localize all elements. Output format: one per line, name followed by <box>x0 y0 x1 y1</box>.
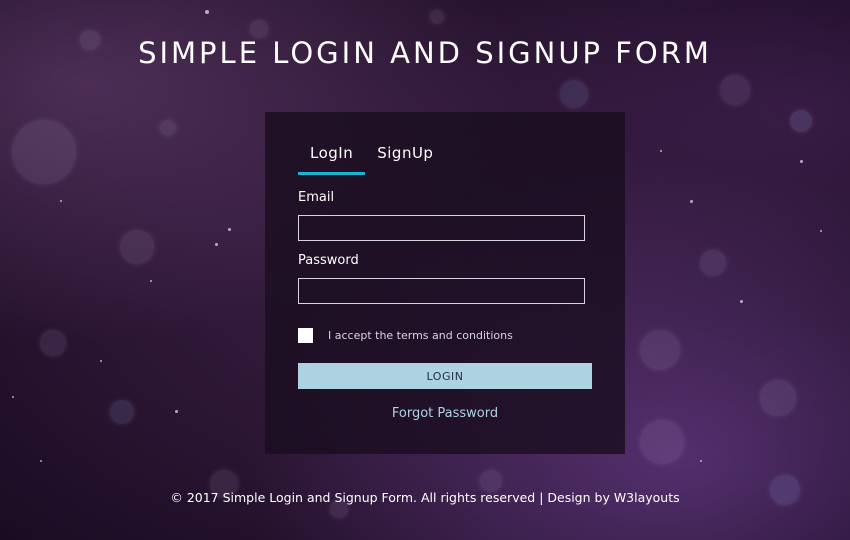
form-tabs: LogIn SignUp <box>298 142 445 175</box>
forgot-password-link[interactable]: Forgot Password <box>265 406 625 421</box>
page-title: SIMPLE LOGIN AND SIGNUP FORM <box>138 36 712 70</box>
email-label: Email <box>298 190 335 205</box>
terms-checkbox[interactable] <box>298 328 313 343</box>
password-field[interactable] <box>298 278 585 304</box>
login-button[interactable]: LOGIN <box>298 363 592 389</box>
password-label: Password <box>298 253 359 268</box>
tab-signup[interactable]: SignUp <box>365 142 445 175</box>
email-field[interactable] <box>298 215 585 241</box>
tab-login[interactable]: LogIn <box>298 142 366 175</box>
login-form-panel: LogIn SignUp Email Password I accept the… <box>265 112 625 454</box>
terms-label: I accept the terms and conditions <box>328 329 513 342</box>
terms-row: I accept the terms and conditions <box>298 328 513 343</box>
footer-copyright: © 2017 Simple Login and Signup Form. All… <box>170 490 680 505</box>
